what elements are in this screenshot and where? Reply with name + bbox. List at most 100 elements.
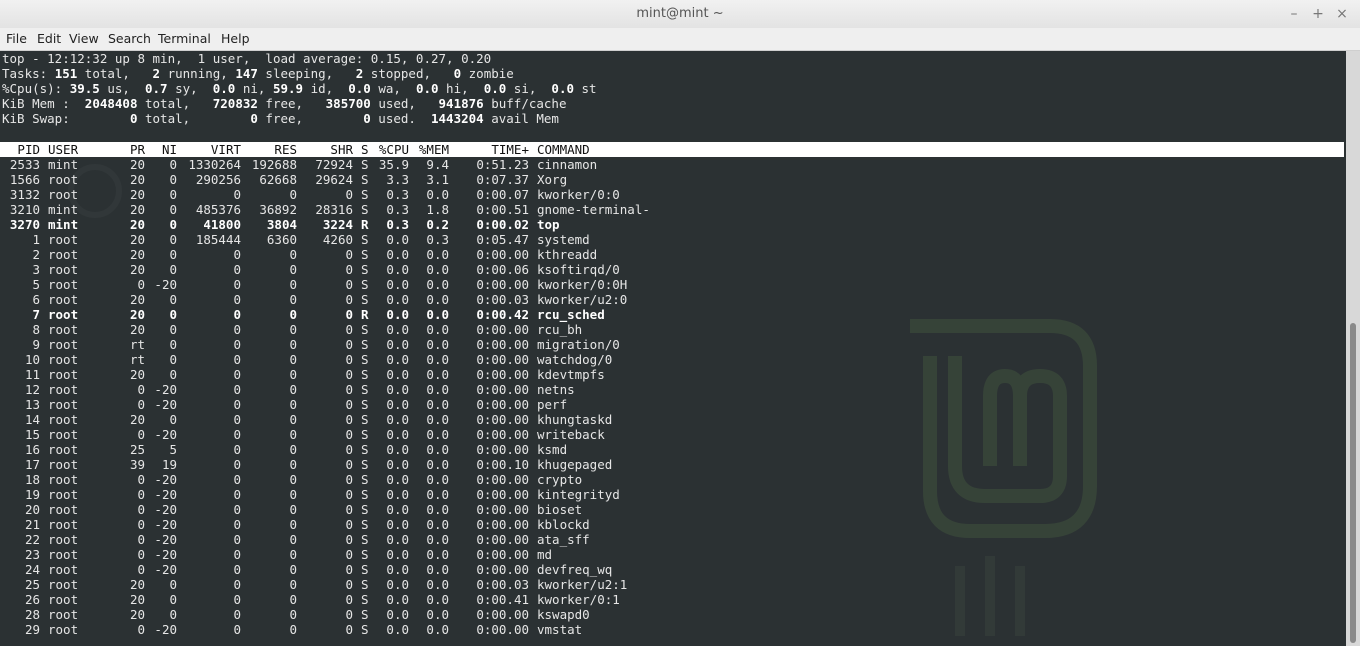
process-state: S [361, 427, 369, 442]
process-nice: 0 [169, 412, 177, 427]
process-nice: -20 [154, 502, 177, 517]
process-priority: 20 [129, 367, 145, 382]
process-user: root [48, 367, 79, 382]
process-row: 11 root 20 0 0 0 0 S 0.0 0.0 0:00.00 kdevtmpfs [0, 367, 1344, 382]
process-cpu-percent: 0.3 [386, 217, 409, 232]
menu-edit[interactable]: Edit [37, 31, 61, 46]
process-shr: 0 [345, 427, 353, 442]
process-command: top [537, 217, 560, 232]
process-row: 26 root 20 0 0 0 0 S 0.0 0.0 0:00.41 kworker/0:1 [0, 592, 1344, 607]
tasks-total-label: total, [77, 66, 153, 81]
process-virt: 0 [233, 367, 241, 382]
process-time: 0:00.42 [476, 307, 529, 322]
process-nice: -20 [154, 532, 177, 547]
menu-help[interactable]: Help [221, 31, 250, 46]
process-row: 8 root 20 0 0 0 0 S 0.0 0.0 0:00.00 rcu_bh [0, 322, 1344, 337]
tasks-label: Tasks: [2, 66, 55, 81]
process-time: 0:00.06 [476, 262, 529, 277]
process-row: 1 root 20 0 185444 6360 4260 S 0.0 0.3 0:05.47 syst… [0, 232, 1344, 247]
cpu-ni-label: ni, [235, 81, 273, 96]
process-nice: 0 [169, 592, 177, 607]
process-command: kworker/0:0H [537, 277, 628, 292]
menu-terminal[interactable]: Terminal [158, 31, 211, 46]
process-cpu-percent: 0.0 [386, 502, 409, 517]
process-time: 0:00.00 [476, 502, 529, 517]
close-button[interactable]: × [1332, 4, 1352, 24]
cpu-wa: 0.0 [348, 81, 371, 96]
process-user: root [48, 307, 79, 322]
process-priority: 25 [129, 442, 145, 457]
process-priority: 0 [137, 547, 145, 562]
process-shr: 0 [345, 502, 353, 517]
process-shr: 4260 [322, 232, 353, 247]
process-cpu-percent: 0.0 [386, 292, 409, 307]
col-shr: SHR [330, 142, 353, 157]
process-cpu-percent: 0.0 [386, 322, 409, 337]
process-command: ata_sff [537, 532, 590, 547]
process-virt: 41800 [203, 217, 241, 232]
process-mem-percent: 0.2 [426, 217, 449, 232]
process-pid: 18 [24, 472, 40, 487]
process-shr: 72924 [315, 157, 353, 172]
process-res: 0 [289, 427, 297, 442]
process-user: root [48, 487, 79, 502]
col-pid: PID [17, 142, 40, 157]
process-cpu-percent: 0.0 [386, 457, 409, 472]
summary-line-swap: KiB Swap: 0 total, 0 free, 0 used. 14432… [2, 111, 559, 126]
menu-file[interactable]: File [6, 31, 27, 46]
process-cpu-percent: 0.0 [386, 532, 409, 547]
process-res: 0 [289, 502, 297, 517]
process-res: 0 [289, 322, 297, 337]
process-state: R [361, 217, 369, 232]
process-pid: 10 [24, 352, 40, 367]
process-user: root [48, 382, 79, 397]
maximize-button[interactable]: + [1308, 4, 1328, 24]
process-cpu-percent: 0.0 [386, 367, 409, 382]
process-pid: 20 [24, 502, 40, 517]
process-res: 0 [289, 472, 297, 487]
process-priority: 20 [129, 607, 145, 622]
process-nice: -20 [154, 517, 177, 532]
process-priority: 0 [137, 622, 145, 637]
menu-search[interactable]: Search [108, 31, 151, 46]
process-command: kworker/u2:1 [537, 577, 628, 592]
process-user: root [48, 247, 79, 262]
mem-total-label: total, [137, 96, 213, 111]
window-titlebar[interactable]: mint@mint ~ – + × [0, 0, 1360, 29]
col-command: COMMAND [537, 142, 590, 157]
terminal-scrollbar[interactable] [1346, 51, 1360, 646]
process-time: 0:00.02 [476, 217, 529, 232]
mem-free-label: free, [257, 96, 326, 111]
process-state: S [361, 532, 369, 547]
scrollbar-thumb[interactable] [1350, 323, 1356, 643]
process-mem-percent: 0.0 [426, 562, 449, 577]
process-user: root [48, 337, 79, 352]
process-nice: -20 [154, 622, 177, 637]
process-nice: 0 [169, 202, 177, 217]
process-res: 0 [289, 367, 297, 382]
cpu-label: %Cpu(s): [2, 81, 70, 96]
process-cpu-percent: 0.0 [386, 412, 409, 427]
process-mem-percent: 0.0 [426, 277, 449, 292]
process-row: 15 root 0 -20 0 0 0 S 0.0 0.0 0:00.00 writeback [0, 427, 1344, 442]
menu-view[interactable]: View [69, 31, 99, 46]
process-command: kthreadd [537, 247, 598, 262]
process-mem-percent: 3.1 [426, 172, 449, 187]
process-time: 0:00.00 [476, 517, 529, 532]
process-virt: 185444 [195, 232, 241, 247]
process-user: root [48, 607, 79, 622]
uptime-load: up 8 min, 1 user, load average: 0.15, 0.… [107, 51, 492, 66]
process-row: 13 root 0 -20 0 0 0 S 0.0 0.0 0:00.00 perf [0, 397, 1344, 412]
col-s: S [361, 142, 369, 157]
process-command: gnome-terminal- [537, 202, 650, 217]
process-res: 0 [289, 352, 297, 367]
process-table-header: PID USER PR NI VIRT RES SHR S %CPU %MEM … [0, 142, 1344, 157]
process-state: S [361, 187, 369, 202]
process-row: 7 root 20 0 0 0 0 R 0.0 0.0 0:00.42 rcu_sched [0, 307, 1344, 322]
process-cpu-percent: 0.0 [386, 442, 409, 457]
process-row: 3270 mint 20 0 41800 3804 3224 R 0.3 0.2 0:00.02 to… [0, 217, 1344, 232]
terminal-area[interactable]: top - 12:12:32 up 8 min, 1 user, load av… [0, 51, 1346, 646]
process-virt: 1330264 [188, 157, 241, 172]
process-res: 0 [289, 607, 297, 622]
minimize-button[interactable]: – [1284, 4, 1304, 24]
